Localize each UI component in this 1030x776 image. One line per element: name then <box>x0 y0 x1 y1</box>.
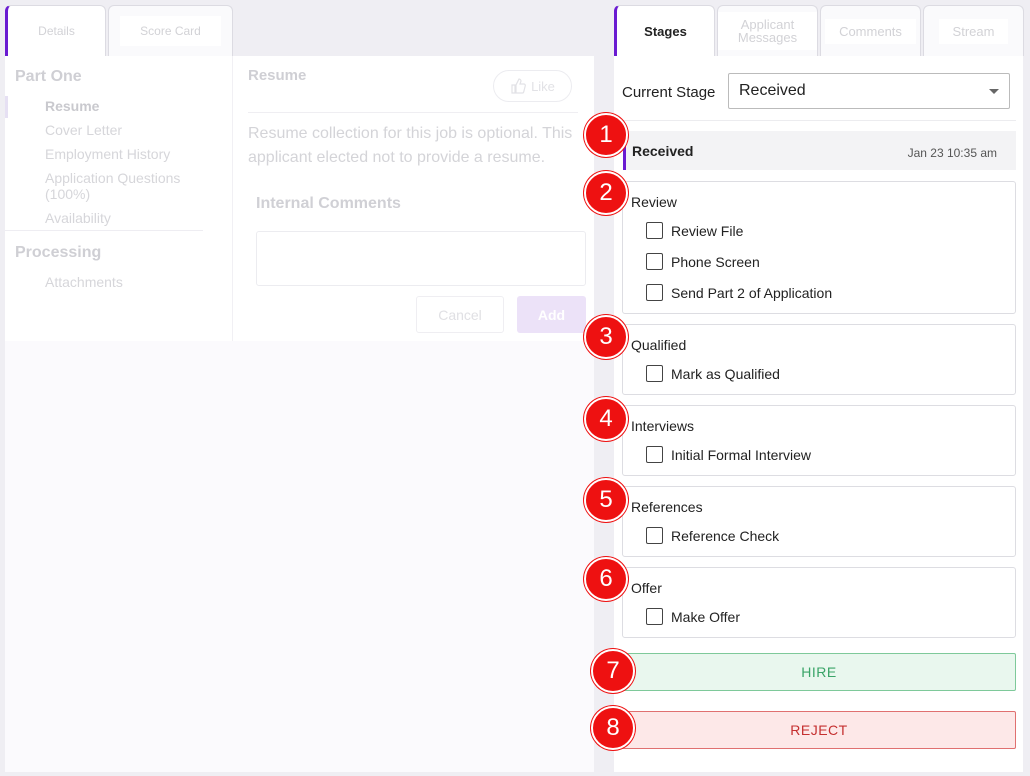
marker-1: 1 <box>584 113 628 157</box>
left-panel: Part One Resume Cover Letter Employment … <box>5 56 594 772</box>
tab-stages[interactable]: Stages <box>614 5 715 56</box>
internal-comments-title: Internal Comments <box>256 195 401 212</box>
hire-button[interactable]: HIRE <box>622 653 1016 691</box>
left-tab-bar: Details Score Card <box>5 5 233 56</box>
check-label: Review File <box>671 222 744 239</box>
nav-section-processing: Processing <box>15 244 102 261</box>
stage-title: References <box>631 499 703 515</box>
marker-5: 5 <box>584 478 628 522</box>
check-review-file[interactable]: Review File <box>646 222 743 239</box>
tab-details[interactable]: Details <box>5 5 106 56</box>
nav-item-attachments[interactable]: Attachments <box>45 274 123 290</box>
tab-applicant-messages[interactable]: Applicant Messages <box>717 5 818 56</box>
like-label: Like <box>531 78 555 94</box>
marker-3: 3 <box>584 315 628 359</box>
application-nav: Part One Resume Cover Letter Employment … <box>5 56 233 341</box>
thumbs-up-icon <box>511 78 526 94</box>
checkbox[interactable] <box>646 527 663 544</box>
nav-selection-bar <box>5 96 8 118</box>
stage-review: Review Review File Phone Screen Send Par… <box>622 181 1016 314</box>
right-tab-bar: Stages Applicant Messages Comments Strea… <box>614 5 1024 56</box>
nav-item-cover-letter[interactable]: Cover Letter <box>45 122 122 138</box>
received-stage: Received Jan 23 10:35 am <box>623 131 1016 170</box>
nav-item-resume[interactable]: Resume <box>45 98 99 114</box>
nav-item-employment-history[interactable]: Employment History <box>45 146 170 162</box>
check-label: Phone Screen <box>671 253 760 270</box>
check-phone-screen[interactable]: Phone Screen <box>646 253 760 270</box>
checkbox[interactable] <box>646 222 663 239</box>
marker-2: 2 <box>584 171 628 215</box>
check-label: Send Part 2 of Application <box>671 284 833 301</box>
reject-button[interactable]: REJECT <box>622 711 1016 749</box>
stages-panel: Current Stage Received Received Jan 23 1… <box>614 56 1023 772</box>
marker-4: 4 <box>584 397 628 441</box>
current-stage-select[interactable]: Received <box>728 73 1010 109</box>
received-date: Jan 23 10:35 am <box>907 146 997 160</box>
current-stage-label: Current Stage <box>622 84 716 101</box>
tab-stream-label: Stream <box>938 18 1009 44</box>
check-label: Reference Check <box>671 527 780 544</box>
stage-title: Qualified <box>631 337 687 353</box>
checkbox[interactable] <box>646 365 663 382</box>
stage-divider <box>622 120 1016 121</box>
checkbox[interactable] <box>646 253 663 270</box>
check-label: Initial Formal Interview <box>671 446 812 463</box>
stage-offer: Offer Make Offer <box>622 567 1016 638</box>
left-content: Part One Resume Cover Letter Employment … <box>5 56 594 341</box>
resume-title: Resume <box>248 67 307 84</box>
tab-applicant-messages-label: Applicant Messages <box>718 12 817 50</box>
stage-qualified: Qualified Mark as Qualified <box>622 324 1016 395</box>
resume-message: Resume collection for this job is option… <box>248 125 573 166</box>
check-reference-check[interactable]: Reference Check <box>646 527 779 544</box>
check-mark-qualified[interactable]: Mark as Qualified <box>646 365 780 382</box>
check-make-offer[interactable]: Make Offer <box>646 608 740 625</box>
tab-comments-label: Comments <box>825 18 916 44</box>
chevron-down-icon <box>989 88 999 94</box>
marker-7: 7 <box>591 649 635 693</box>
current-stage-value: Received <box>739 82 806 99</box>
cancel-button[interactable]: Cancel <box>416 296 504 333</box>
check-send-part-2[interactable]: Send Part 2 of Application <box>646 284 832 301</box>
tab-stream[interactable]: Stream <box>923 5 1024 56</box>
checkbox[interactable] <box>646 446 663 463</box>
received-label: Received <box>632 143 694 159</box>
check-label: Make Offer <box>671 608 740 625</box>
stage-title: Interviews <box>631 418 695 434</box>
stage-interviews: Interviews Initial Formal Interview <box>622 405 1016 476</box>
marker-8: 8 <box>591 706 635 750</box>
resume-divider <box>248 112 578 113</box>
tab-score-card[interactable]: Score Card <box>108 5 233 56</box>
internal-comments-input[interactable] <box>256 231 586 286</box>
marker-6: 6 <box>584 557 628 601</box>
checkbox[interactable] <box>646 608 663 625</box>
nav-section-part-one: Part One <box>15 68 82 85</box>
stage-title: Offer <box>631 580 662 596</box>
like-button[interactable]: Like <box>493 70 572 102</box>
check-label: Mark as Qualified <box>671 365 780 382</box>
check-initial-interview[interactable]: Initial Formal Interview <box>646 446 811 463</box>
nav-item-availability[interactable]: Availability <box>45 210 111 226</box>
checkbox[interactable] <box>646 284 663 301</box>
nav-item-application-questions[interactable]: Application Questions (100%) <box>45 170 205 202</box>
stage-title: Review <box>631 194 677 210</box>
tab-stages-label: Stages <box>644 23 687 39</box>
stage-references: References Reference Check <box>622 486 1016 557</box>
add-comment-button[interactable]: Add <box>517 296 586 333</box>
tab-comments[interactable]: Comments <box>820 5 921 56</box>
tab-details-label: Details <box>38 24 75 38</box>
tab-score-card-label: Score Card <box>120 16 221 46</box>
nav-divider <box>5 230 203 231</box>
